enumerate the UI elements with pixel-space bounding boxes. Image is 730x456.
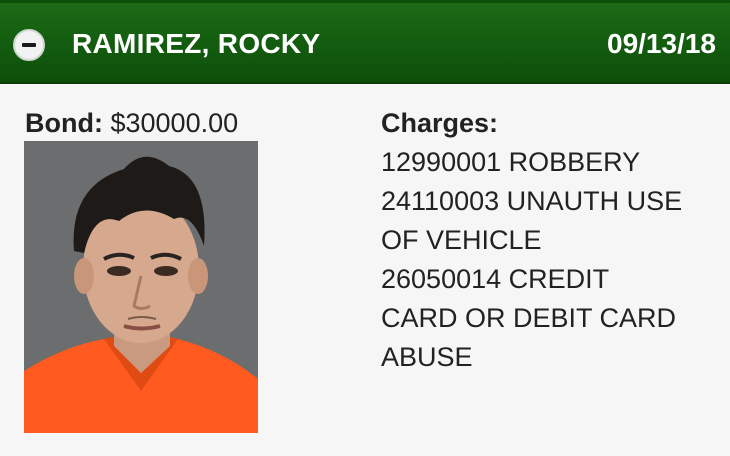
collapse-minus-icon[interactable] [13, 29, 45, 61]
inmate-name: RAMIREZ, ROCKY [72, 28, 321, 59]
booking-date: 09/13/18 [607, 28, 716, 59]
charge-line: OF VEHICLE [381, 225, 542, 255]
bond-label: Bond: [25, 108, 103, 138]
person-photo-icon [24, 141, 258, 433]
booking-photo [24, 141, 258, 433]
bond-info: Bond: $30000.00 [25, 108, 238, 139]
charges-list: 12990001 ROBBERY 24110003 UNAUTH USE OF … [381, 143, 730, 377]
charge-line: ABUSE [381, 342, 473, 372]
charge-line: 12990001 ROBBERY [381, 147, 641, 177]
charges-label: Charges: [381, 108, 499, 138]
record-header[interactable]: RAMIREZ, ROCKY 09/13/18 [0, 0, 730, 84]
charge-line: 24110003 UNAUTH USE [381, 186, 683, 216]
bond-amount: $30000.00 [110, 108, 239, 138]
charge-line: 26050014 CREDIT [381, 264, 610, 294]
charge-line: CARD OR DEBIT CARD [381, 303, 677, 333]
